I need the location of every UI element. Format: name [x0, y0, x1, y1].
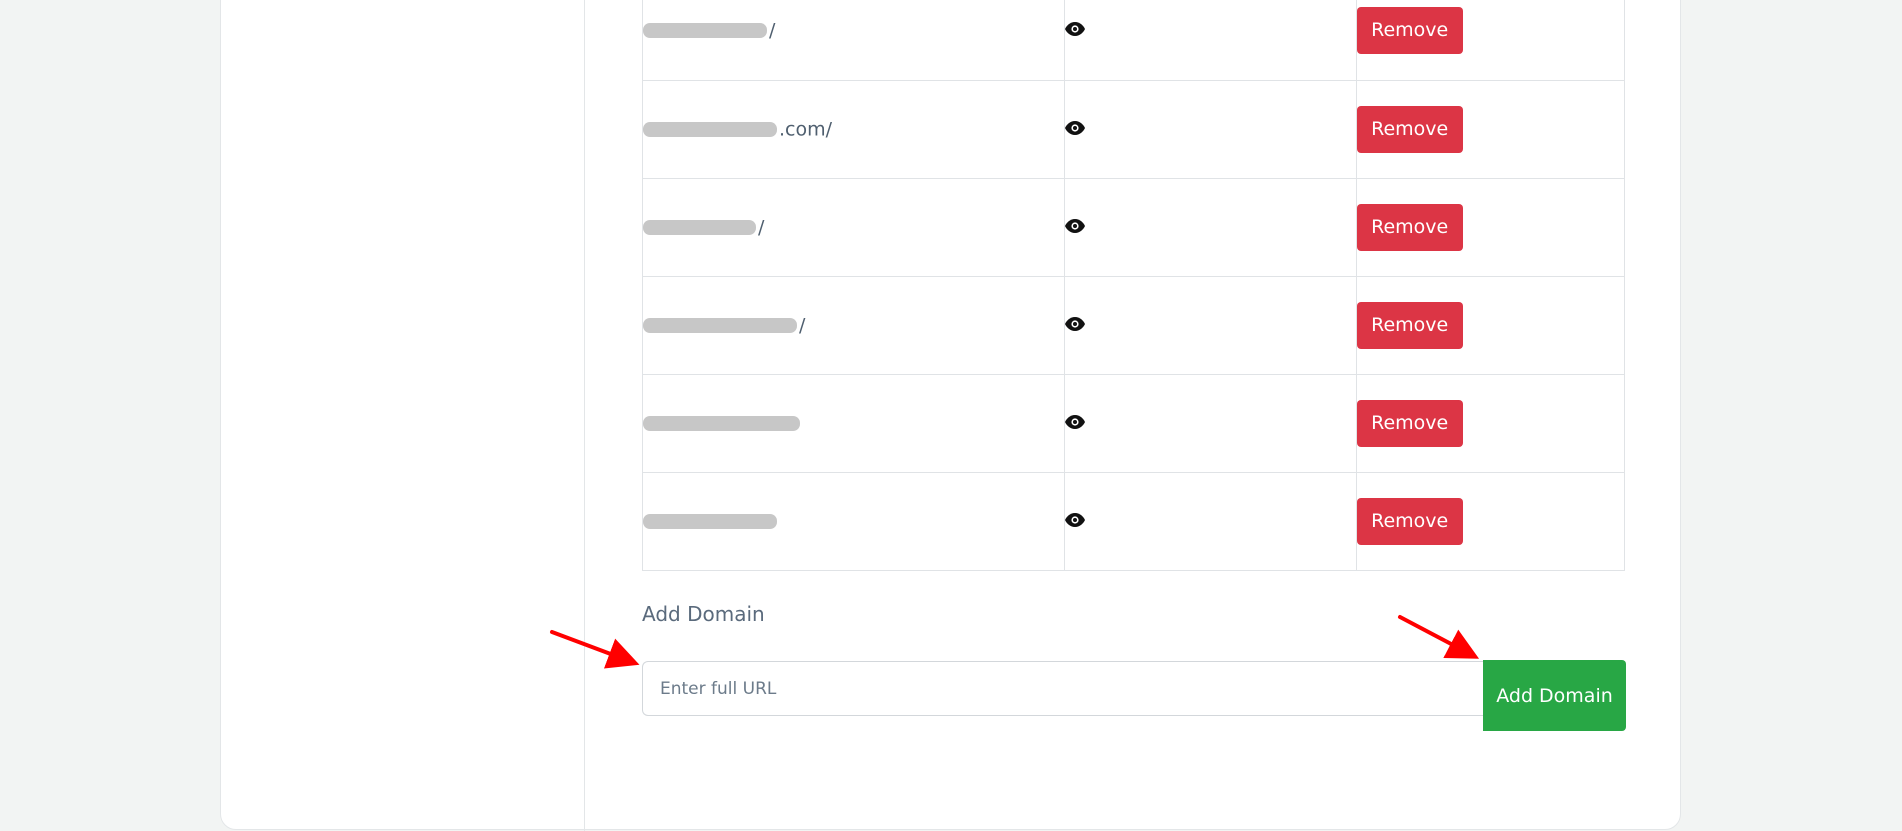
redacted-text — [643, 514, 777, 530]
table-row: / Remove — [641, 0, 1626, 81]
view-cell — [1064, 276, 1357, 375]
view-cell — [1064, 0, 1357, 81]
domain-text: / — [758, 216, 765, 239]
table-row: .com/ Remove — [641, 80, 1626, 179]
remove-button[interactable]: Remove — [1356, 302, 1463, 349]
redacted-text — [643, 318, 797, 334]
domain-cell: / — [641, 178, 1066, 277]
actions-cell: Remove — [1355, 80, 1626, 179]
redacted-text — [643, 23, 767, 39]
actions-cell: Remove — [1355, 472, 1626, 571]
actions-cell: Remove — [1355, 0, 1626, 81]
redacted-text — [643, 122, 777, 138]
eye-icon[interactable] — [1065, 218, 1086, 233]
domain-cell — [641, 472, 1066, 571]
view-cell — [1064, 374, 1357, 473]
domain-cell: .com/ — [641, 80, 1066, 179]
actions-cell: Remove — [1355, 276, 1626, 375]
table-row: Remove — [641, 374, 1626, 473]
remove-button[interactable]: Remove — [1356, 400, 1463, 447]
add-domain-button[interactable]: Add Domain — [1483, 660, 1626, 731]
url-input[interactable] — [642, 661, 1484, 716]
eye-icon[interactable] — [1065, 120, 1086, 135]
redacted-text — [643, 220, 756, 236]
table-row: / Remove — [641, 178, 1626, 277]
remove-button[interactable]: Remove — [1356, 204, 1463, 251]
add-domain-heading: Add Domain — [642, 602, 765, 626]
eye-icon[interactable] — [1065, 21, 1086, 36]
view-cell — [1064, 472, 1357, 571]
actions-cell: Remove — [1355, 374, 1626, 473]
domain-text: / — [799, 314, 806, 337]
domain-cell: / — [641, 276, 1066, 375]
sidebar-divider — [584, 0, 585, 831]
domains-table: / Remove .com/ Remove / Remove / Remove … — [641, 0, 1626, 571]
view-cell — [1064, 178, 1357, 277]
eye-icon[interactable] — [1065, 316, 1086, 331]
remove-button[interactable]: Remove — [1356, 7, 1463, 54]
actions-cell: Remove — [1355, 178, 1626, 277]
remove-button[interactable]: Remove — [1356, 106, 1463, 153]
domain-cell: / — [641, 0, 1066, 81]
domain-text: / — [769, 19, 776, 42]
redacted-text — [643, 416, 800, 432]
remove-button[interactable]: Remove — [1356, 498, 1463, 545]
view-cell — [1064, 80, 1357, 179]
eye-icon[interactable] — [1065, 512, 1086, 527]
domain-text: .com/ — [779, 118, 833, 141]
domain-cell — [641, 374, 1066, 473]
table-row: Remove — [641, 472, 1626, 571]
eye-icon[interactable] — [1065, 414, 1086, 429]
table-row: / Remove — [641, 276, 1626, 375]
